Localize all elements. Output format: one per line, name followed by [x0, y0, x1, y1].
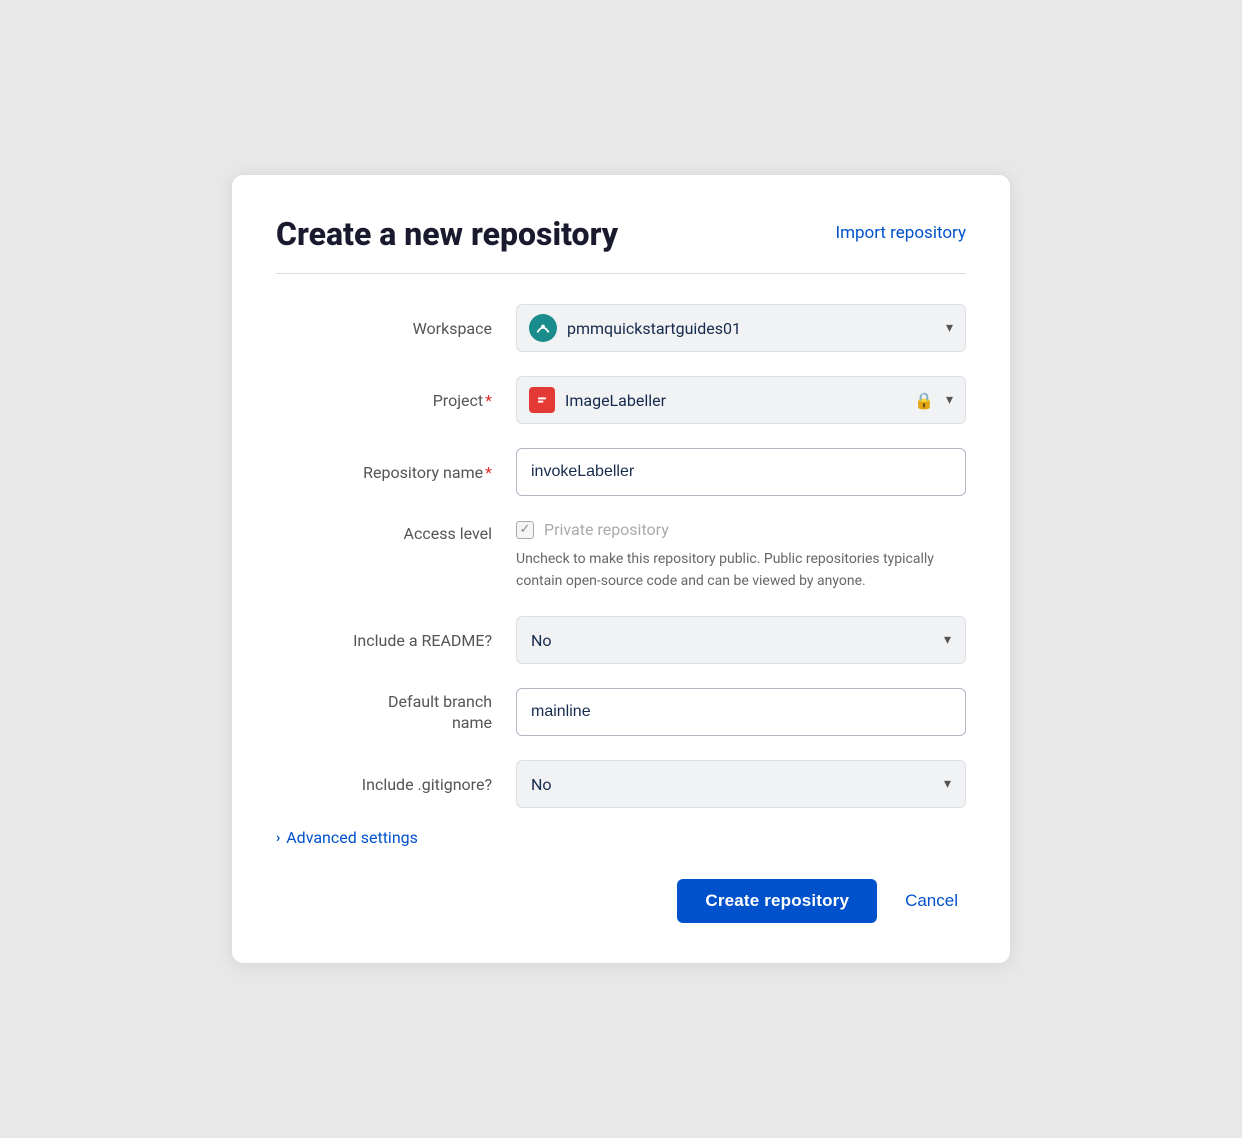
- workspace-value: pmmquickstartguides01: [567, 319, 942, 338]
- gitignore-label: Include .gitignore?: [276, 775, 516, 794]
- readme-value: No: [531, 631, 940, 650]
- project-value: ImageLabeller: [565, 391, 914, 410]
- readme-control: No ▾: [516, 616, 966, 664]
- private-repo-checkbox-row: ✓ Private repository: [516, 520, 966, 539]
- readme-label: Include a README?: [276, 631, 516, 650]
- project-row: Project* ImageLabeller 🔒 ▾: [276, 376, 966, 424]
- gitignore-control: No ▾: [516, 760, 966, 808]
- repo-name-label: Repository name*: [276, 463, 516, 482]
- branch-name-label: Default branch name: [276, 691, 516, 734]
- gitignore-value: No: [531, 775, 940, 794]
- workspace-avatar: [529, 314, 557, 342]
- gitignore-row: Include .gitignore? No ▾: [276, 760, 966, 808]
- gitignore-select[interactable]: No ▾: [516, 760, 966, 808]
- access-description: Uncheck to make this repository public. …: [516, 549, 936, 592]
- dialog-header: Create a new repository Import repositor…: [276, 215, 966, 253]
- readme-chevron-icon: ▾: [944, 632, 951, 648]
- access-level-label: Access level: [276, 520, 516, 543]
- branch-row: Default branch name: [276, 688, 966, 736]
- access-level-control: ✓ Private repository Uncheck to make thi…: [516, 520, 966, 592]
- cancel-button[interactable]: Cancel: [897, 879, 966, 923]
- readme-row: Include a README? No ▾: [276, 616, 966, 664]
- private-repo-label: Private repository: [544, 520, 669, 539]
- private-repo-checkbox[interactable]: ✓: [516, 521, 534, 539]
- lock-icon: 🔒: [914, 391, 934, 410]
- workspace-label: Workspace: [276, 319, 516, 338]
- repo-name-row: Repository name*: [276, 448, 966, 496]
- form-section: Workspace pmmquickstartguides01 ▾: [276, 304, 966, 808]
- checkmark-icon: ✓: [520, 523, 531, 536]
- readme-select[interactable]: No ▾: [516, 616, 966, 664]
- project-select[interactable]: ImageLabeller 🔒 ▾: [516, 376, 966, 424]
- advanced-settings-toggle[interactable]: › Advanced settings: [276, 828, 966, 847]
- dialog-footer: Create repository Cancel: [276, 879, 966, 923]
- page-title: Create a new repository: [276, 215, 618, 253]
- project-label: Project*: [276, 391, 516, 410]
- import-repository-link[interactable]: Import repository: [835, 215, 966, 243]
- advanced-settings-chevron-icon: ›: [276, 830, 280, 846]
- workspace-row: Workspace pmmquickstartguides01 ▾: [276, 304, 966, 352]
- repo-name-control: [516, 448, 966, 496]
- project-required: *: [485, 391, 492, 410]
- gitignore-chevron-icon: ▾: [944, 776, 951, 792]
- workspace-select[interactable]: pmmquickstartguides01 ▾: [516, 304, 966, 352]
- default-branch-input[interactable]: [516, 688, 966, 736]
- branch-name-control: [516, 688, 966, 736]
- project-control: ImageLabeller 🔒 ▾: [516, 376, 966, 424]
- project-avatar: [529, 387, 555, 413]
- advanced-settings-label: Advanced settings: [286, 828, 418, 847]
- workspace-chevron-icon: ▾: [946, 320, 953, 336]
- repository-name-input[interactable]: [516, 448, 966, 496]
- create-repository-button[interactable]: Create repository: [677, 879, 877, 923]
- create-repository-dialog: Create a new repository Import repositor…: [231, 174, 1011, 965]
- project-chevron-icon: ▾: [946, 392, 953, 408]
- access-level-row: Access level ✓ Private repository Unchec…: [276, 520, 966, 592]
- header-divider: [276, 273, 966, 274]
- repo-name-required: *: [485, 463, 492, 482]
- workspace-control: pmmquickstartguides01 ▾: [516, 304, 966, 352]
